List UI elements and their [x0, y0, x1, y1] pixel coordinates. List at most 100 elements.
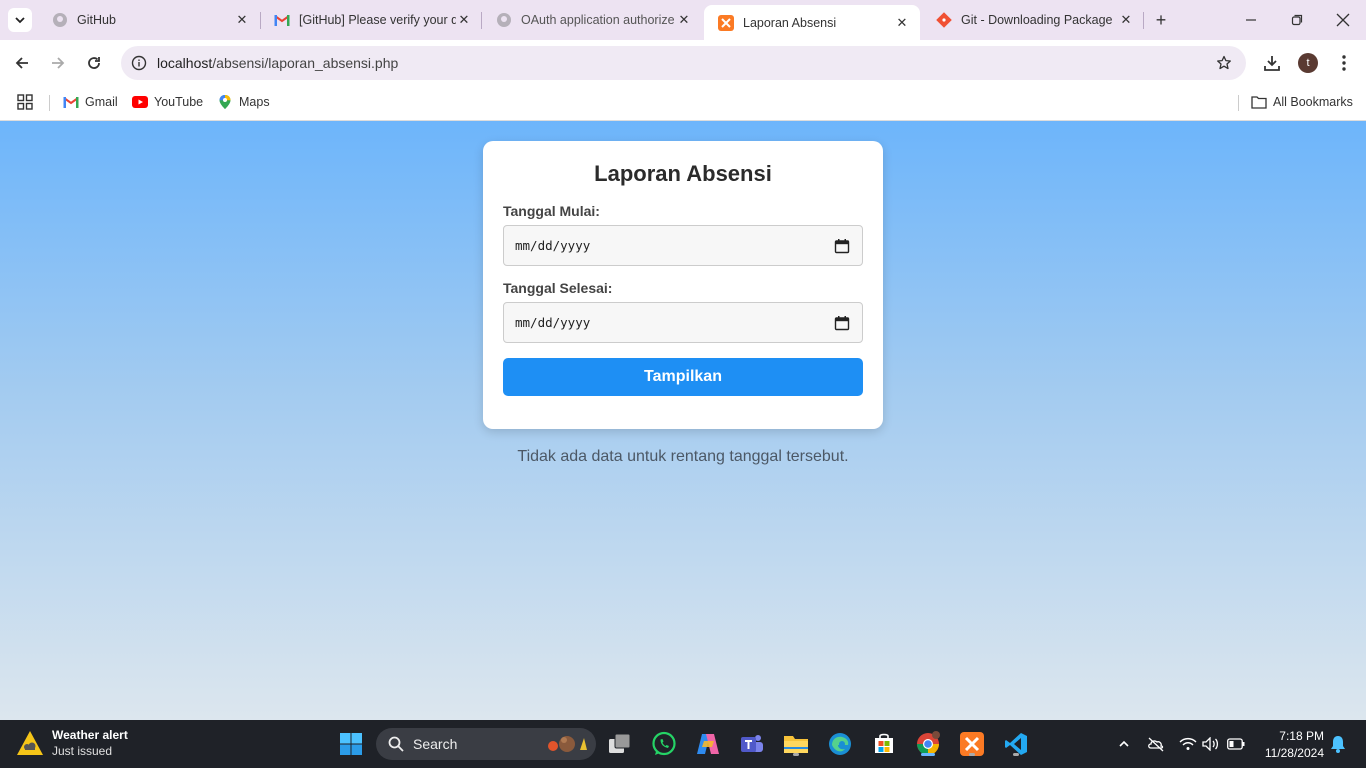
wifi-icon: [1179, 737, 1197, 750]
bookmark-label: Maps: [239, 95, 270, 109]
arrow-right-icon: [52, 57, 65, 69]
close-icon[interactable]: ✕: [234, 12, 250, 28]
weather-subtitle: Just issued: [52, 744, 113, 758]
close-window-button[interactable]: [1333, 10, 1353, 30]
file-explorer-app[interactable]: [782, 730, 810, 758]
end-date-label: Tanggal Selesai:: [503, 280, 613, 296]
tab-title: Laporan Absensi: [743, 15, 837, 30]
show-hidden-icons-button[interactable]: [1114, 734, 1134, 754]
show-report-button[interactable]: Tampilkan: [503, 358, 863, 396]
forward-button[interactable]: [46, 51, 70, 75]
browser-tab-strip: GitHub ✕ [GitHub] Please verify your d ✕…: [0, 0, 1366, 40]
volume-icon: [1202, 737, 1219, 751]
empty-result-message: Tidak ada data untuk rentang tanggal ter…: [517, 448, 849, 465]
bookmarks-bar: Gmail YouTube Maps All Bookmarks: [0, 86, 1366, 121]
site-info-icon[interactable]: [129, 53, 149, 73]
weather-alert-icon: [17, 731, 43, 755]
all-bookmarks-button[interactable]: All Bookmarks: [1251, 92, 1353, 112]
copilot-app[interactable]: [694, 730, 722, 758]
tab-laporan-absensi[interactable]: Laporan Absensi ✕: [704, 5, 920, 40]
battery-icon: [1227, 738, 1245, 750]
battery-status[interactable]: [1226, 734, 1246, 754]
new-tab-button[interactable]: +: [1151, 10, 1171, 30]
start-button[interactable]: [337, 730, 365, 758]
task-view-button[interactable]: [606, 730, 634, 758]
apps-button[interactable]: [17, 92, 33, 112]
whatsapp-app[interactable]: [650, 730, 678, 758]
restore-button[interactable]: [1287, 10, 1307, 30]
page-title: Laporan Absensi: [594, 161, 772, 186]
running-indicator: [1013, 753, 1019, 756]
running-indicator: [969, 753, 975, 756]
gmail-icon: [274, 12, 290, 28]
volume-status[interactable]: [1201, 734, 1221, 754]
search-icon: [388, 736, 404, 752]
git-icon: [936, 12, 952, 28]
tab-oauth[interactable]: OAuth application authorize ✕: [482, 0, 702, 40]
more-vertical-icon: [1342, 55, 1346, 71]
tab-separator: [1143, 12, 1144, 29]
network-status[interactable]: [1178, 734, 1198, 754]
close-icon[interactable]: ✕: [456, 12, 472, 28]
bookmarks-separator: [1238, 95, 1239, 111]
notifications-button[interactable]: [1328, 734, 1348, 754]
profile-avatar[interactable]: t: [1298, 53, 1318, 73]
teams-app[interactable]: [738, 730, 766, 758]
end-date-input[interactable]: mm/dd/yyyy: [503, 302, 863, 343]
tab-git-download[interactable]: Git - Downloading Package ✕: [922, 0, 1144, 40]
system-clock[interactable]: 7:18 PM 11/28/2024: [1258, 729, 1324, 760]
start-date-label: Tanggal Mulai:: [503, 203, 600, 219]
minimize-button[interactable]: [1241, 10, 1261, 30]
xampp-app[interactable]: [958, 730, 986, 758]
weather-widget[interactable]: Weather alert Just issued: [16, 728, 128, 758]
back-button[interactable]: [10, 51, 34, 75]
tab-search-button[interactable]: [8, 8, 32, 32]
bookmark-maps[interactable]: Maps: [217, 92, 270, 112]
edge-app[interactable]: [826, 730, 854, 758]
onedrive-status[interactable]: [1146, 734, 1166, 754]
close-icon: [1336, 13, 1350, 27]
tab-title: OAuth application authorize: [521, 13, 675, 27]
taskbar-search[interactable]: Search: [376, 728, 596, 760]
weather-title: Weather alert: [52, 728, 128, 742]
page-viewport: Laporan Absensi Tanggal Mulai: mm/dd/yyy…: [0, 121, 1366, 720]
calendar-icon[interactable]: [834, 238, 850, 254]
running-indicator: [921, 753, 935, 756]
github-icon: [52, 12, 68, 28]
chrome-app[interactable]: [914, 730, 942, 758]
gmail-icon: [63, 94, 79, 110]
cloud-off-icon: [1148, 737, 1164, 752]
search-highlight-icon: [548, 736, 587, 752]
store-app[interactable]: [870, 730, 898, 758]
edge-icon: [829, 733, 851, 755]
search-label: Search: [413, 736, 458, 752]
tab-github[interactable]: GitHub ✕: [38, 0, 260, 40]
report-form-card: Laporan Absensi Tanggal Mulai: mm/dd/yyy…: [483, 141, 883, 429]
copilot-icon: [697, 734, 719, 754]
restore-icon: [1291, 14, 1303, 26]
url-text[interactable]: localhost/absensi/laporan_absensi.php: [157, 55, 398, 71]
browser-menu-button[interactable]: [1332, 51, 1356, 75]
close-icon[interactable]: ✕: [676, 12, 692, 28]
bell-icon: [1331, 736, 1345, 753]
address-bar[interactable]: localhost/absensi/laporan_absensi.php: [121, 46, 1246, 80]
windows-taskbar: Weather alert Just issued Search 7:18 PM…: [0, 720, 1366, 768]
downloads-button[interactable]: [1260, 51, 1284, 75]
bookmarks-separator: [49, 95, 50, 111]
chevron-down-icon: [15, 17, 25, 24]
calendar-icon[interactable]: [834, 315, 850, 331]
reload-button[interactable]: [82, 51, 106, 75]
vscode-app[interactable]: [1002, 730, 1030, 758]
tab-gmail[interactable]: [GitHub] Please verify your d ✕: [260, 0, 482, 40]
bookmark-youtube[interactable]: YouTube: [132, 92, 203, 112]
xampp-icon: [718, 14, 734, 31]
bookmark-star-button[interactable]: [1214, 53, 1234, 73]
url-path: /absensi/laporan_absensi.php: [212, 55, 399, 71]
close-icon[interactable]: ✕: [1118, 12, 1134, 28]
windows-start-icon: [340, 733, 362, 755]
github-icon: [496, 12, 512, 28]
start-date-value: mm/dd/yyyy: [515, 238, 591, 253]
close-icon[interactable]: ✕: [894, 15, 910, 31]
bookmark-gmail[interactable]: Gmail: [63, 92, 118, 112]
start-date-input[interactable]: mm/dd/yyyy: [503, 225, 863, 266]
